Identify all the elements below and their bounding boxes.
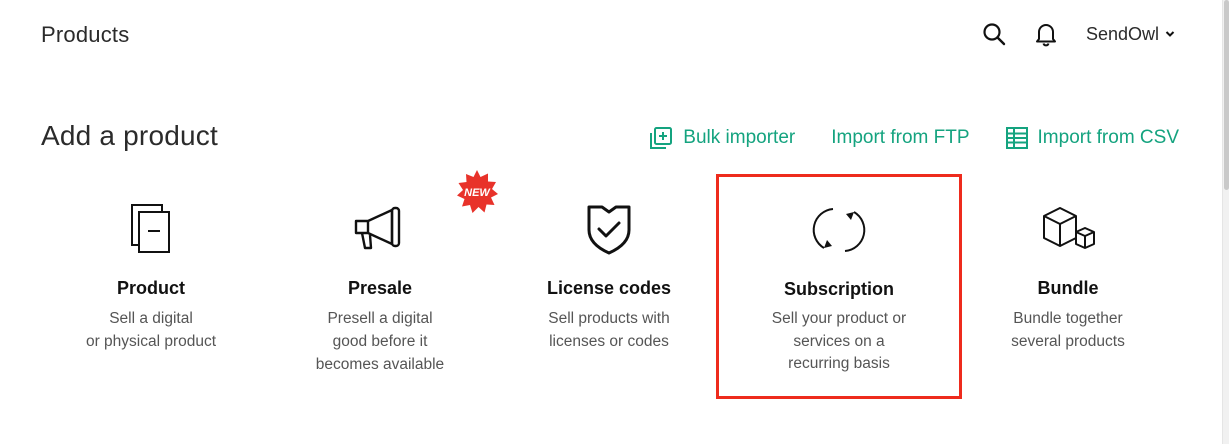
card-desc-line: licenses or codes	[549, 333, 669, 350]
boxes-icon	[953, 190, 1183, 268]
card-desc-line: Bundle together	[1013, 310, 1123, 327]
section-title: Add a product	[41, 120, 218, 151]
card-title: Subscription	[783, 279, 894, 299]
import-csv-link[interactable]: Import from CSV	[1005, 127, 1179, 149]
product-type-bundle[interactable]: Bundle Bundle together several products	[953, 190, 1183, 353]
page-title: Products	[41, 22, 130, 47]
import-ftp-label: Import from FTP	[831, 127, 970, 148]
bulk-importer-label: Bulk importer	[683, 127, 796, 148]
card-desc-line: several products	[1011, 333, 1125, 350]
search-icon	[983, 23, 1006, 46]
refresh-icon	[719, 191, 959, 269]
shield-check-icon	[494, 190, 724, 268]
card-description: Sell products with licenses or codes	[494, 307, 724, 353]
card-desc-line: recurring basis	[788, 355, 890, 372]
account-name: SendOwl	[1085, 23, 1159, 44]
card-description: Presell a digital good before it becomes…	[265, 307, 495, 376]
search-button[interactable]	[980, 20, 1008, 48]
top-actions: SendOwl	[980, 20, 1175, 48]
product-type-presale[interactable]: Presale Presell a digital good before it…	[265, 190, 495, 376]
import-ftp-link[interactable]: Import from FTP	[831, 127, 969, 149]
card-desc-line: services on a	[793, 332, 885, 350]
card-desc-line: becomes available	[315, 356, 445, 373]
card-desc-line: Sell a digital	[109, 310, 193, 327]
card-desc-line: or physical product	[85, 333, 217, 350]
chevron-down-icon	[1165, 30, 1175, 38]
product-type-license-codes[interactable]: License codes Sell products with license…	[494, 190, 724, 353]
card-description: Sell your product or services on a recur…	[719, 308, 959, 376]
card-desc-line: good before it	[332, 333, 428, 350]
bulk-import-icon	[649, 126, 673, 150]
card-desc-line: Presell a digital	[327, 310, 433, 327]
spreadsheet-icon	[1005, 127, 1028, 149]
import-links: Bulk importer Import from FTP Import fro…	[649, 126, 1179, 150]
new-badge-label: NEW	[464, 187, 491, 199]
card-desc-line: Sell products with	[548, 310, 670, 327]
card-title: License codes	[546, 278, 672, 298]
document-icon	[36, 190, 266, 268]
product-type-subscription[interactable]: Subscription Sell your product or servic…	[716, 174, 962, 399]
card-description: Bundle together several products	[953, 307, 1183, 353]
scrollbar-thumb[interactable]	[1224, 0, 1229, 190]
card-title: Presale	[347, 278, 413, 298]
scrollbar[interactable]	[1222, 0, 1229, 444]
import-csv-label: Import from CSV	[1037, 127, 1179, 148]
card-title: Bundle	[1037, 278, 1099, 298]
bell-icon	[1035, 24, 1056, 47]
top-bar: Products SendOwl	[0, 0, 1222, 72]
product-type-product[interactable]: Product Sell a digital or physical produ…	[36, 190, 266, 353]
card-desc-line: Sell your product or	[771, 310, 907, 327]
account-menu[interactable]: SendOwl	[1086, 24, 1175, 45]
card-title: Product	[116, 278, 185, 298]
card-description: Sell a digital or physical product	[36, 307, 266, 353]
notifications-button[interactable]	[1032, 20, 1060, 48]
bulk-importer-link[interactable]: Bulk importer	[649, 126, 795, 150]
